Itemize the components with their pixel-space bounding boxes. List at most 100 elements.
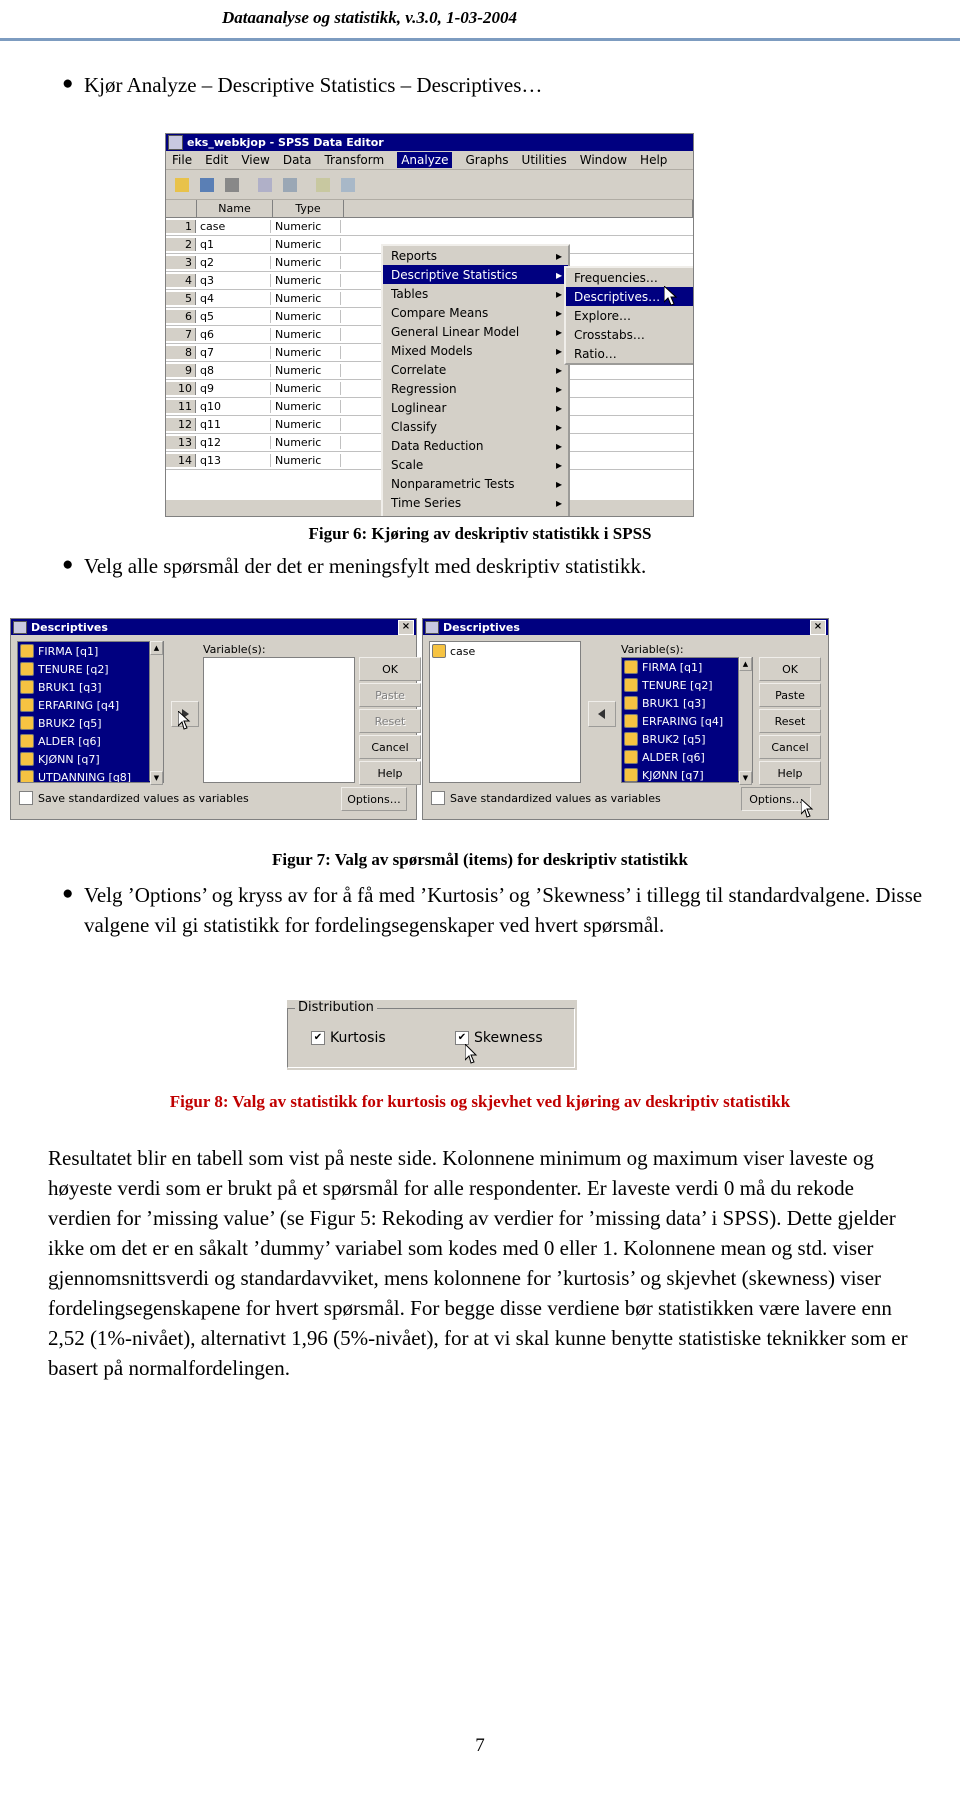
list-item[interactable]: case xyxy=(430,642,580,660)
close-icon[interactable]: × xyxy=(810,619,826,635)
cell-type[interactable]: Numeric xyxy=(271,436,341,449)
menu-item-crosstabs[interactable]: Crosstabs… xyxy=(566,325,693,344)
menu-item-data-reduction[interactable]: Data Reduction ▸ xyxy=(383,436,568,455)
cell-type[interactable]: Numeric xyxy=(271,292,341,305)
scroll-up-icon[interactable]: ▲ xyxy=(150,641,163,655)
scrollbar-track[interactable] xyxy=(150,655,163,771)
save-standardized-checkbox-row[interactable]: Save standardized values as variables xyxy=(431,791,661,805)
cell-type[interactable]: Numeric xyxy=(271,454,341,467)
cell-type[interactable]: Numeric xyxy=(271,400,341,413)
menu-help[interactable]: Help xyxy=(640,153,667,167)
open-file-icon[interactable] xyxy=(171,173,193,196)
target-variable-list[interactable] xyxy=(203,657,355,783)
menu-edit[interactable]: Edit xyxy=(205,153,228,167)
list-item[interactable]: FIRMA [q1] xyxy=(18,642,163,660)
menu-item-nonparametric-tests[interactable]: Nonparametric Tests ▸ xyxy=(383,474,568,493)
checkbox-icon[interactable]: ✔ xyxy=(455,1031,469,1045)
menu-item-compare-means[interactable]: Compare Means ▸ xyxy=(383,303,568,322)
menu-data[interactable]: Data xyxy=(283,153,312,167)
checkbox-icon[interactable] xyxy=(19,791,33,805)
list-item[interactable]: FIRMA [q1] xyxy=(622,658,752,676)
menu-utilities[interactable]: Utilities xyxy=(522,153,567,167)
list-item[interactable]: UTDANNING [q8] xyxy=(18,768,163,782)
list-item[interactable]: KJØNN [q7] xyxy=(622,766,752,782)
menu-item-ratio[interactable]: Ratio… xyxy=(566,344,693,363)
cell-name[interactable]: q2 xyxy=(196,256,271,269)
cell-name[interactable]: q11 xyxy=(196,418,271,431)
reset-button[interactable]: Reset xyxy=(359,709,421,733)
list-item[interactable]: BRUK1 [q3] xyxy=(18,678,163,696)
scroll-up-icon[interactable]: ▲ xyxy=(739,657,752,671)
list-item[interactable]: ERFARING [q4] xyxy=(18,696,163,714)
menu-analyze[interactable]: Analyze xyxy=(397,152,453,168)
menu-item-time-series[interactable]: Time Series ▸ xyxy=(383,493,568,512)
menu-item-general-linear-model[interactable]: General Linear Model ▸ xyxy=(383,322,568,341)
target-variable-list[interactable]: FIRMA [q1] TENURE [q2] BRUK1 [q3] ERFARI… xyxy=(621,657,753,783)
reset-button[interactable]: Reset xyxy=(759,709,821,733)
menu-window[interactable]: Window xyxy=(580,153,627,167)
save-standardized-checkbox-row[interactable]: Save standardized values as variables xyxy=(19,791,249,805)
column-header-name[interactable]: Name xyxy=(197,200,273,217)
cell-name[interactable]: q1 xyxy=(196,238,271,251)
menu-item-reports[interactable]: Reports ▸ xyxy=(383,246,568,265)
source-variable-list[interactable]: FIRMA [q1] TENURE [q2] BRUK1 [q3] ERFARI… xyxy=(17,641,164,783)
help-button[interactable]: Help xyxy=(759,761,821,785)
menu-graphs[interactable]: Graphs xyxy=(465,153,508,167)
analyze-dropdown-menu[interactable]: Reports ▸ Descriptive Statistics ▸ Tables ▸… xyxy=(381,244,570,517)
cell-type[interactable]: Numeric xyxy=(271,256,341,269)
kurtosis-checkbox-row[interactable]: ✔ Kurtosis xyxy=(311,1030,386,1046)
menu-item-mixed-models[interactable]: Mixed Models ▸ xyxy=(383,341,568,360)
cell-type[interactable]: Numeric xyxy=(271,382,341,395)
cancel-button[interactable]: Cancel xyxy=(759,735,821,759)
scroll-down-icon[interactable]: ▼ xyxy=(150,771,163,785)
cell-name[interactable]: q7 xyxy=(196,346,271,359)
menu-item-scale[interactable]: Scale ▸ xyxy=(383,455,568,474)
cell-name[interactable]: q4 xyxy=(196,292,271,305)
source-variable-list[interactable]: case xyxy=(429,641,581,783)
move-left-button[interactable] xyxy=(588,701,616,727)
ok-button[interactable]: OK xyxy=(759,657,821,681)
cell-name[interactable]: q3 xyxy=(196,274,271,287)
cell-name[interactable]: q6 xyxy=(196,328,271,341)
menu-item-survival[interactable]: Survival▸ xyxy=(383,512,568,517)
scroll-down-icon[interactable]: ▼ xyxy=(739,771,752,785)
cell-type[interactable]: Numeric xyxy=(271,346,341,359)
cell-name[interactable]: q5 xyxy=(196,310,271,323)
cancel-button[interactable]: Cancel xyxy=(359,735,421,759)
list-item[interactable]: ALDER [q6] xyxy=(622,748,752,766)
cell-type[interactable]: Numeric xyxy=(271,238,341,251)
list-item[interactable]: ALDER [q6] xyxy=(18,732,163,750)
menu-item-tables[interactable]: Tables ▸ xyxy=(383,284,568,303)
options-button[interactable]: Options… xyxy=(341,787,407,811)
descriptive-statistics-submenu[interactable]: Frequencies… Descriptives… Explore… Cros… xyxy=(564,266,693,365)
target-list-scrollbar[interactable]: ▲ ▼ xyxy=(738,657,752,785)
cell-name[interactable]: q10 xyxy=(196,400,271,413)
menu-item-explore[interactable]: Explore… xyxy=(566,306,693,325)
undo-icon[interactable] xyxy=(279,173,301,196)
source-list-scrollbar[interactable]: ▲ ▼ xyxy=(149,641,163,785)
menu-item-frequencies[interactable]: Frequencies… xyxy=(566,268,693,287)
paste-button[interactable]: Paste xyxy=(359,683,421,707)
cell-name[interactable]: q12 xyxy=(196,436,271,449)
menu-file[interactable]: File xyxy=(172,153,192,167)
checkbox-icon[interactable] xyxy=(431,791,445,805)
menu-item-classify[interactable]: Classify ▸ xyxy=(383,417,568,436)
variables-icon[interactable] xyxy=(337,173,359,196)
cell-type[interactable]: Numeric xyxy=(271,418,341,431)
close-icon[interactable]: × xyxy=(398,619,414,635)
menu-item-correlate[interactable]: Correlate ▸ xyxy=(383,360,568,379)
list-item[interactable]: KJØNN [q7] xyxy=(18,750,163,768)
cell-type[interactable]: Numeric xyxy=(271,310,341,323)
save-file-icon[interactable] xyxy=(196,173,218,196)
cell-name[interactable]: case xyxy=(196,220,271,233)
scrollbar-track[interactable] xyxy=(739,671,752,771)
column-header-type[interactable]: Type xyxy=(273,200,344,217)
cell-type[interactable]: Numeric xyxy=(271,274,341,287)
help-button[interactable]: Help xyxy=(359,761,421,785)
menu-item-regression[interactable]: Regression ▸ xyxy=(383,379,568,398)
checkbox-icon[interactable]: ✔ xyxy=(311,1031,325,1045)
list-item[interactable]: BRUK2 [q5] xyxy=(18,714,163,732)
list-item[interactable]: BRUK1 [q3] xyxy=(622,694,752,712)
list-item[interactable]: TENURE [q2] xyxy=(622,676,752,694)
menu-view[interactable]: View xyxy=(241,153,269,167)
